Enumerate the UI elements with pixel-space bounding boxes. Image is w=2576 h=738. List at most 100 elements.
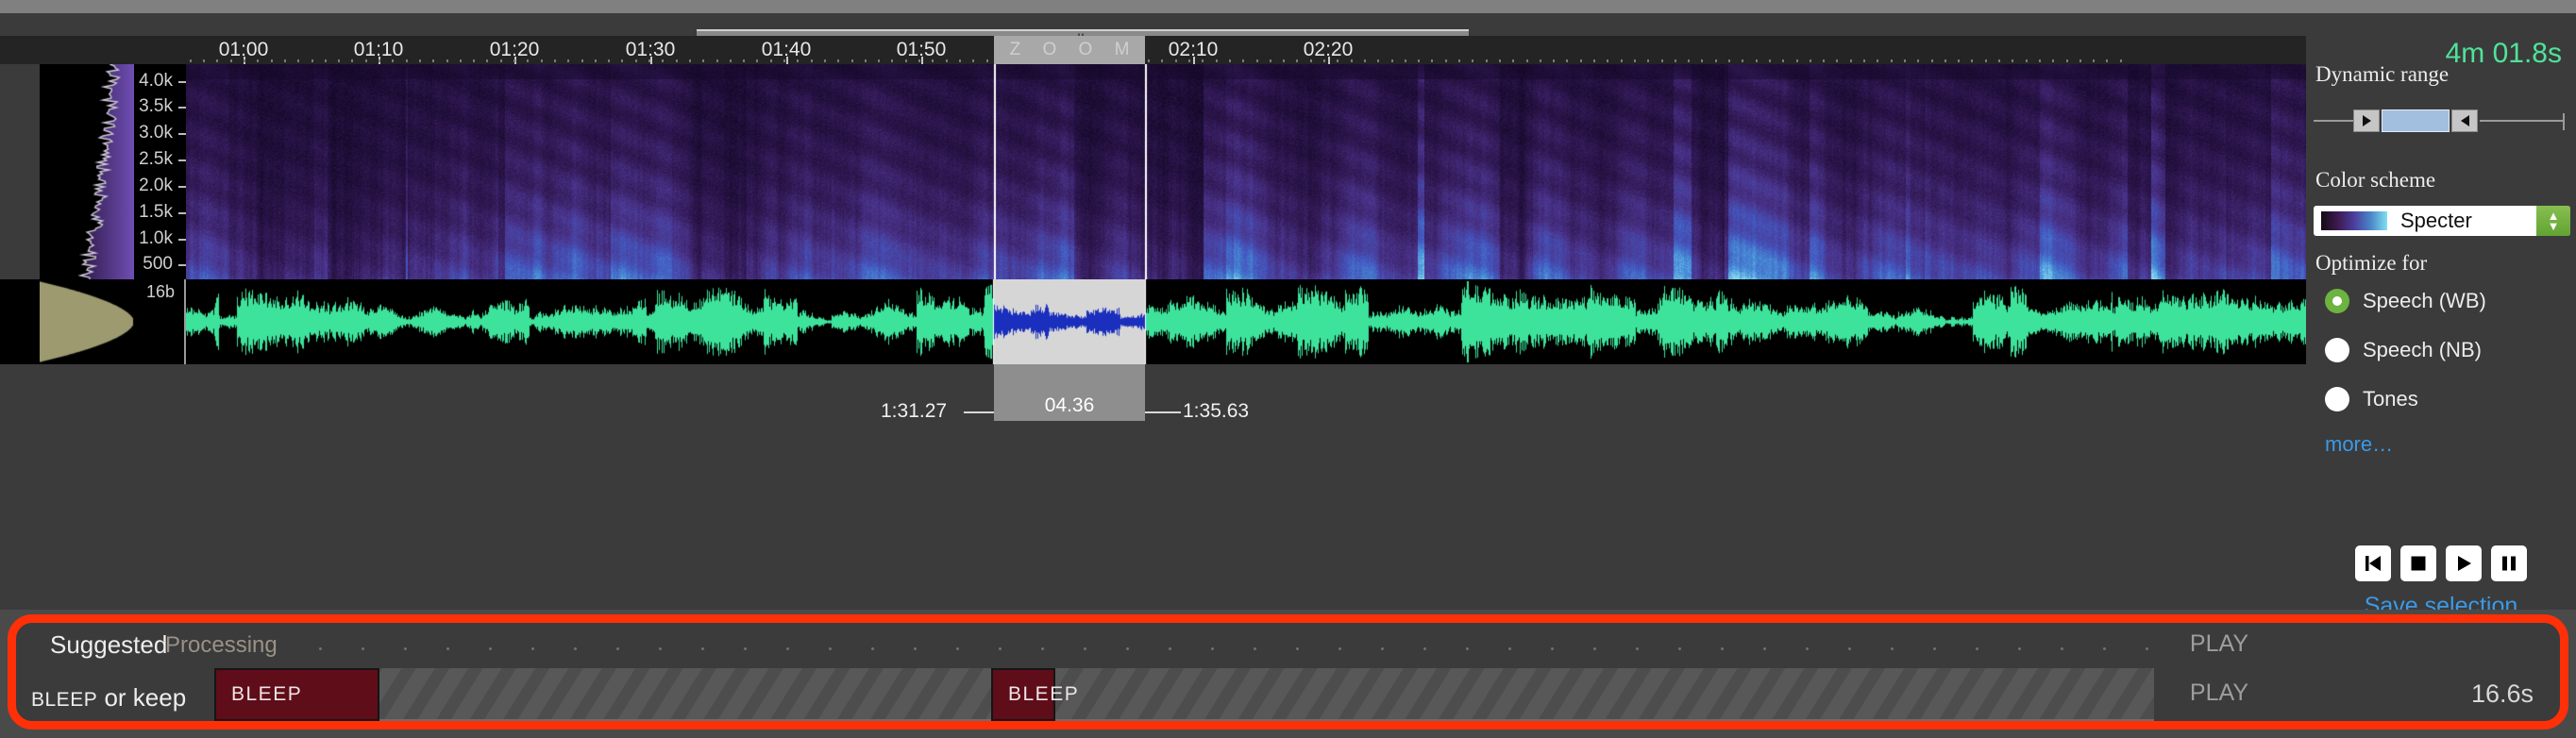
radio-label: Tones	[2363, 387, 2418, 411]
pause-button[interactable]	[2491, 545, 2527, 581]
suggested-label: Suggested	[50, 630, 167, 660]
zoom-selection-band[interactable]: Z O O M	[994, 36, 1145, 64]
settings-panel: 4m 01.8s Dynamic range Color scheme Spec…	[2306, 36, 2576, 610]
ruler-minor-tick	[1161, 59, 1163, 62]
editor-main-area: 01:0001:1001:2001:3001:4001:5002:0002:10…	[0, 36, 2306, 610]
ruler-minor-tick	[1418, 59, 1420, 62]
play-icon	[2453, 553, 2474, 574]
ruler-minor-tick	[1715, 59, 1717, 62]
ruler-major-tick	[921, 57, 923, 64]
ruler-minor-tick	[1391, 59, 1393, 62]
waveform-canvas[interactable]	[186, 279, 2306, 364]
frequency-axis-tick	[178, 107, 186, 109]
ruler-minor-tick	[1148, 59, 1150, 62]
ruler-minor-tick	[1688, 59, 1690, 62]
more-options-link[interactable]: more…	[2325, 432, 2393, 457]
frequency-axis-tick	[178, 133, 186, 135]
ruler-minor-tick	[932, 59, 934, 62]
frequency-axis-label: 1.0k	[139, 228, 173, 249]
frequency-axis-tick	[178, 239, 186, 241]
frequency-axis-label: 1.5k	[139, 202, 173, 223]
ruler-minor-tick	[1621, 59, 1623, 62]
dynamic-range-slider[interactable]	[2314, 109, 2570, 132]
bleep-block[interactable]: BLEEP	[991, 668, 1055, 721]
frequency-axis-tick	[178, 212, 186, 214]
dynamic-range-max-handle[interactable]	[2451, 109, 2478, 132]
selection-info-row: 04.36 1:31.27 1:35.63	[0, 364, 2306, 610]
suggested-processing-row: Suggested Processing PLAY	[16, 623, 2560, 668]
ruler-minor-tick	[1337, 59, 1339, 62]
ruler-minor-tick	[891, 59, 893, 62]
ruler-minor-tick	[1283, 59, 1285, 62]
ruler-minor-tick	[824, 59, 826, 62]
ruler-minor-tick	[203, 59, 205, 62]
ruler-minor-tick	[756, 59, 758, 62]
radio-indicator	[2325, 338, 2349, 362]
frequency-histogram-panel	[40, 64, 134, 279]
stop-button[interactable]	[2400, 545, 2436, 581]
color-scheme-stepper[interactable]: ▲ ▼	[2536, 206, 2570, 236]
frequency-axis-label: 4.0k	[139, 71, 173, 92]
ruler-minor-tick	[1566, 59, 1568, 62]
ruler-minor-tick	[1188, 59, 1190, 62]
ruler-minor-tick	[1701, 59, 1703, 62]
ruler-minor-tick	[1229, 59, 1231, 62]
radio-speech-wb[interactable]: Speech (WB)	[2325, 289, 2486, 313]
ruler-minor-tick	[1242, 59, 1244, 62]
color-scheme-gradient-swatch	[2321, 211, 2387, 230]
ruler-minor-tick	[216, 59, 218, 62]
ruler-minor-tick	[1945, 59, 1946, 62]
ruler-minor-tick	[446, 59, 448, 62]
ruler-minor-tick	[635, 59, 637, 62]
play-label-bottom[interactable]: PLAY	[2190, 679, 2248, 707]
frequency-axis-label: 2.5k	[139, 149, 173, 170]
ruler-minor-tick	[473, 59, 475, 62]
bleep-block-label: BLEEP	[231, 683, 302, 706]
ruler-minor-tick	[1216, 59, 1218, 62]
ruler-minor-tick	[770, 59, 772, 62]
radio-speech-nb[interactable]: Speech (NB)	[2325, 338, 2482, 362]
color-scheme-select[interactable]: Specter ▲ ▼	[2314, 206, 2570, 236]
dynamic-range-min-handle[interactable]	[2353, 109, 2380, 132]
ruler-major-tick	[1193, 57, 1195, 64]
play-button[interactable]	[2446, 545, 2482, 581]
ruler-minor-tick	[1296, 59, 1298, 62]
play-label-top[interactable]: PLAY	[2190, 630, 2248, 658]
ruler-minor-tick	[244, 59, 245, 62]
ruler-minor-tick	[500, 59, 502, 62]
dynamic-range-label: Dynamic range	[2315, 62, 2449, 87]
ruler-minor-tick	[730, 59, 732, 62]
ruler-minor-tick	[271, 59, 273, 62]
ruler-minor-tick	[1863, 59, 1865, 62]
selection-leader-right	[1145, 411, 1181, 413]
total-bleep-duration: 16.6s	[2471, 679, 2534, 709]
ruler-minor-tick	[1891, 59, 1893, 62]
rewind-button[interactable]	[2355, 545, 2391, 581]
bleep-block[interactable]: BLEEP	[214, 668, 379, 721]
ruler-minor-tick	[2093, 59, 2095, 62]
stop-icon	[2408, 553, 2429, 574]
ruler-minor-tick	[1377, 59, 1379, 62]
radio-tones[interactable]: Tones	[2325, 387, 2418, 411]
ruler-minor-tick	[905, 59, 907, 62]
ruler-minor-tick	[1405, 59, 1406, 62]
bit-depth-label: 16b	[146, 282, 175, 302]
ruler-minor-tick	[311, 59, 313, 62]
transport-controls	[2306, 545, 2576, 581]
ruler-minor-tick	[1175, 59, 1177, 62]
spectrogram-canvas[interactable]	[186, 64, 2306, 279]
ruler-minor-tick	[1742, 59, 1743, 62]
frequency-axis-label: 500	[143, 254, 173, 275]
bleep-timeline-strip[interactable]: BLEEP BLEEP	[214, 668, 2154, 721]
radio-indicator	[2325, 387, 2349, 411]
suggested-processing-bar: Suggested Processing PLAY BLEEP or keep …	[8, 614, 2568, 730]
or-keep-word: or keep	[97, 683, 186, 712]
ruler-minor-tick	[1256, 59, 1258, 62]
time-ruler[interactable]: 01:0001:1001:2001:3001:4001:5002:0002:10…	[0, 36, 2306, 64]
ruler-minor-tick	[1675, 59, 1676, 62]
bleep-or-keep-label: BLEEP or keep	[31, 683, 186, 713]
ruler-minor-tick	[946, 59, 948, 62]
ruler-minor-tick	[1310, 59, 1312, 62]
ruler-major-tick	[650, 57, 652, 64]
ruler-minor-tick	[1512, 59, 1514, 62]
